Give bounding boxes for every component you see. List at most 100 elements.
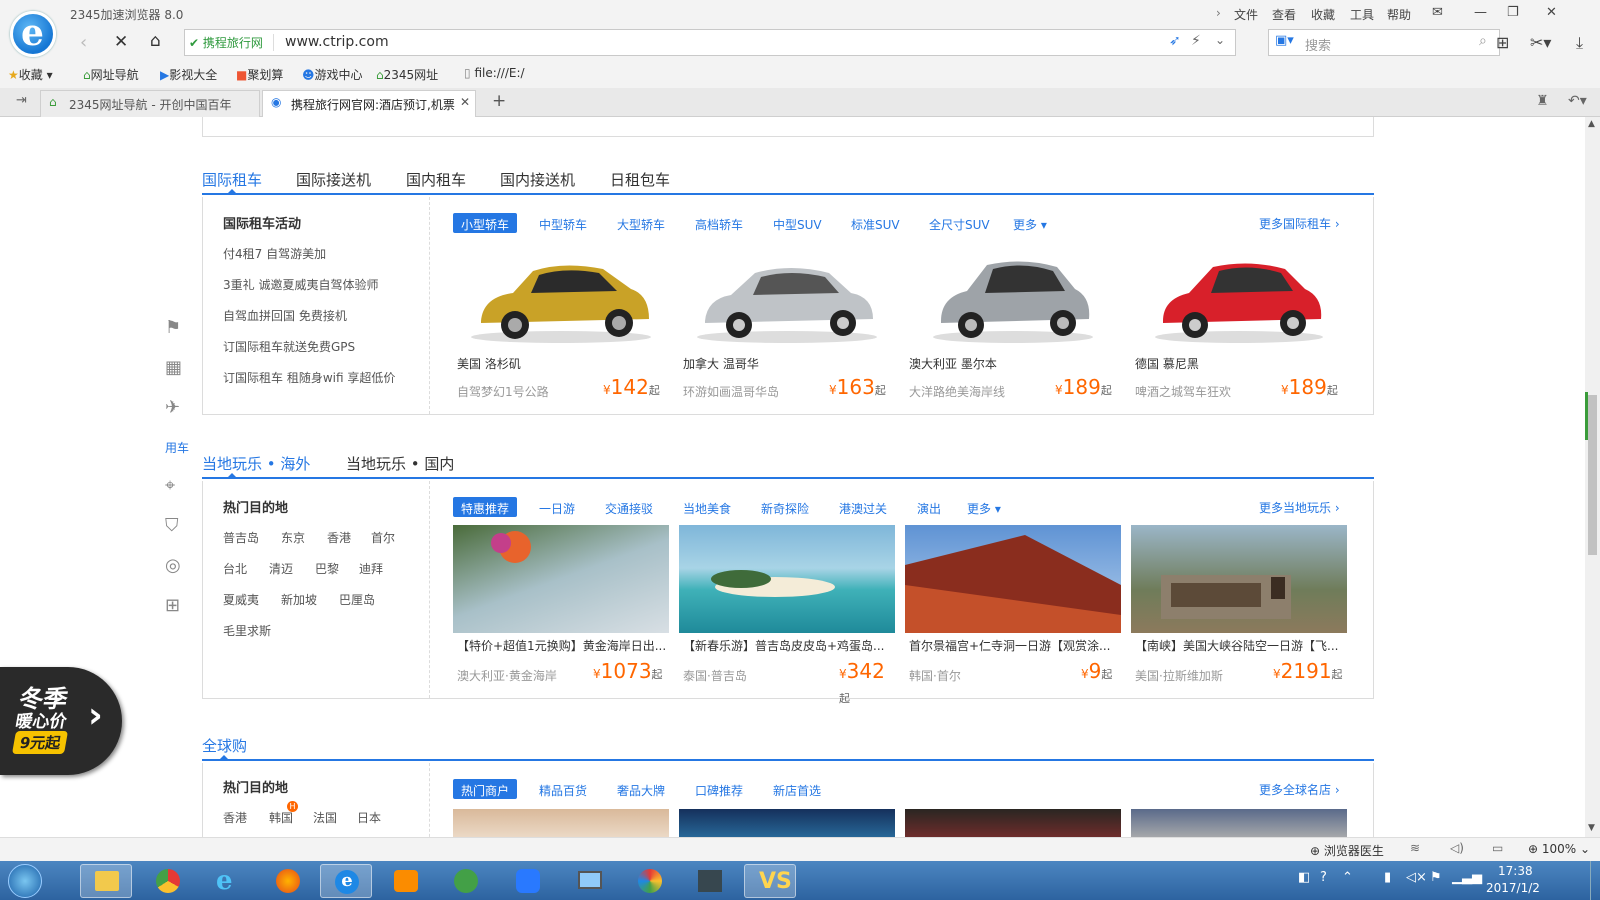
taskbar-2345-browser[interactable]: e bbox=[320, 864, 372, 898]
input-method-icon[interactable]: ◧ bbox=[1298, 870, 1310, 885]
fav-item-video[interactable]: ▶影视大全 bbox=[160, 66, 217, 83]
stop-button[interactable]: ✕ bbox=[114, 32, 128, 52]
wifi-icon[interactable]: ≋ bbox=[1410, 841, 1420, 855]
store-image[interactable] bbox=[1131, 809, 1347, 837]
speaker-icon[interactable]: ◁) bbox=[1450, 841, 1464, 855]
filter-std-suv[interactable]: 标准SUV bbox=[843, 213, 908, 233]
more-local-fun-link[interactable]: 更多当地玩乐 › bbox=[1259, 499, 1340, 516]
plane-icon[interactable]: ✈ bbox=[165, 397, 180, 418]
filter-deals[interactable]: 特惠推荐 bbox=[453, 497, 518, 517]
show-desktop-button[interactable] bbox=[1590, 861, 1600, 900]
menu-view[interactable]: 查看 bbox=[1272, 6, 1296, 23]
destination-link[interactable]: 东京 bbox=[281, 529, 305, 546]
screen-icon[interactable]: ▭ bbox=[1492, 841, 1503, 855]
taskbar-chrome[interactable] bbox=[142, 864, 194, 898]
destination-link[interactable]: 首尔 bbox=[371, 529, 395, 546]
clock-date[interactable]: 2017/1/2 bbox=[1486, 881, 1540, 895]
shopping-bag-icon[interactable]: ⛉ bbox=[165, 515, 179, 536]
tab-daily-charter[interactable]: 日租包车 bbox=[610, 169, 670, 190]
filter-hk-macau[interactable]: 港澳过关 bbox=[831, 497, 895, 517]
download-icon[interactable]: ⤓ bbox=[1576, 33, 1583, 53]
clock-time[interactable]: 17:38 bbox=[1498, 864, 1533, 878]
location-pin-icon[interactable]: ⌖ bbox=[165, 475, 175, 496]
undo-icon[interactable]: ↶▾ bbox=[1568, 93, 1587, 109]
battery-icon[interactable]: ▮ bbox=[1384, 870, 1391, 885]
hotel-icon[interactable]: ▦ bbox=[165, 357, 182, 378]
search-icon[interactable]: ⌕ bbox=[1479, 33, 1487, 49]
filter-more[interactable]: 更多 ▾ bbox=[1005, 213, 1055, 233]
tab-global-shopping[interactable]: 全球购 bbox=[202, 735, 247, 756]
destination-link[interactable]: 日本 bbox=[357, 809, 381, 826]
destination-link[interactable]: 巴厘岛 bbox=[339, 591, 375, 608]
destination-link[interactable]: 清迈 bbox=[269, 560, 293, 577]
back-button[interactable]: ‹ bbox=[80, 32, 87, 53]
destination-link[interactable]: 夏威夷 bbox=[223, 591, 259, 608]
fav-item-nav[interactable]: ⌂网址导航 bbox=[83, 66, 139, 83]
car-card[interactable]: 澳大利亚 墨尔本 大洋路绝美海岸线 ¥189起 bbox=[905, 249, 1121, 399]
fav-item-file[interactable]: ▯ file:///E:/ bbox=[464, 66, 525, 80]
rocket-icon[interactable]: ➶ bbox=[1169, 33, 1181, 49]
filter-hot-merchants[interactable]: 热门商户 bbox=[453, 779, 518, 799]
close-tab-icon[interactable]: ✕ bbox=[460, 95, 470, 109]
volume-muted-icon[interactable]: ◁× bbox=[1406, 870, 1427, 885]
fav-item-2345[interactable]: ⌂2345网址 bbox=[376, 66, 438, 83]
car-promo-item[interactable]: 3重礼 诚邀夏威夷自驾体验师 bbox=[223, 276, 378, 293]
screenshot-scissors-icon[interactable]: ✂▾ bbox=[1530, 33, 1551, 52]
browser-doctor[interactable]: ⊕ 浏览器医生 bbox=[1310, 842, 1384, 859]
taskbar-computer[interactable] bbox=[564, 864, 616, 898]
menu-help[interactable]: 帮助 bbox=[1387, 6, 1411, 23]
taskbar-vs[interactable]: VS bbox=[744, 864, 796, 898]
search-input[interactable]: 搜索 bbox=[1305, 35, 1331, 54]
car-promo-item[interactable]: 订国际租车就送免费GPS bbox=[223, 338, 355, 355]
url-text[interactable]: www.ctrip.com bbox=[285, 34, 389, 50]
destination-link[interactable]: 香港 bbox=[223, 809, 247, 826]
taskbar-movie-maker[interactable] bbox=[684, 864, 736, 898]
tab-2345[interactable]: ⌂ 2345网址导航 - 开创中国百年 bbox=[40, 90, 260, 117]
taskbar-paint[interactable] bbox=[624, 864, 676, 898]
tab-intl-transfer[interactable]: 国际接送机 bbox=[296, 169, 371, 190]
car-card[interactable]: 美国 洛杉矶 自驾梦幻1号公路 ¥142起 bbox=[453, 249, 669, 399]
menu-file[interactable]: 文件 bbox=[1234, 6, 1258, 23]
menu-tools[interactable]: 工具 bbox=[1350, 6, 1374, 23]
destination-link[interactable]: 香港 bbox=[327, 529, 351, 546]
menu-favorites[interactable]: 收藏 bbox=[1311, 6, 1335, 23]
baidu-icon[interactable]: ▣▾ bbox=[1275, 33, 1294, 48]
minimize-button[interactable]: — bbox=[1474, 5, 1487, 20]
zoom-level[interactable]: ⊕ 100% ⌄ bbox=[1528, 842, 1590, 856]
scroll-down-icon[interactable]: ▼ bbox=[1588, 823, 1595, 833]
fav-item-juhuasuan[interactable]: ■聚划算 bbox=[236, 66, 283, 83]
car-promo-item[interactable]: 订国际租车 租随身wifi 享超低价 bbox=[223, 369, 395, 386]
taskbar-media[interactable] bbox=[380, 864, 432, 898]
activity-card[interactable]: 【南峡】美国大峡谷陆空一日游【飞... 美国·拉斯维加斯 ¥2191起 bbox=[1131, 525, 1347, 691]
store-image[interactable] bbox=[453, 809, 669, 837]
winter-promo-badge[interactable]: 冬季 暖心价 9元起 › bbox=[0, 667, 122, 775]
store-image[interactable] bbox=[679, 809, 895, 837]
tools-icon[interactable]: ♜ bbox=[1536, 93, 1549, 109]
tab-intl-rental[interactable]: 国际租车 bbox=[202, 169, 262, 190]
flag-icon[interactable]: ⚑ bbox=[165, 317, 181, 338]
activity-card[interactable]: 【新春乐游】普吉岛皮皮岛+鸡蛋岛... 泰国·普吉岛 ¥342起 bbox=[679, 525, 895, 705]
flag-tray-icon[interactable]: ⚑ bbox=[1430, 870, 1442, 885]
tab-domestic-rental[interactable]: 国内租车 bbox=[406, 169, 466, 190]
new-tab-button[interactable]: + bbox=[492, 91, 506, 111]
filter-new-stores[interactable]: 新店首选 bbox=[765, 779, 829, 799]
destination-link[interactable]: 法国 bbox=[313, 809, 337, 826]
car-promo-item[interactable]: 付4租7 自驾游美加 bbox=[223, 245, 326, 262]
destination-link[interactable]: 普吉岛 bbox=[223, 529, 259, 546]
fav-collect[interactable]: ★收藏 ▾ bbox=[8, 66, 53, 83]
activity-card[interactable]: 【特价+超值1元换购】黄金海岸日出... 澳大利亚·黄金海岸 ¥1073起 bbox=[453, 525, 669, 691]
car-promo-item[interactable]: 自驾血拼回国 免费接机 bbox=[223, 307, 347, 324]
filter-food[interactable]: 当地美食 bbox=[675, 497, 739, 517]
car-card[interactable]: 加拿大 温哥华 环游如画温哥华岛 ¥163起 bbox=[679, 249, 895, 399]
sidebar-toggle-icon[interactable]: ⇥ bbox=[16, 93, 27, 108]
filter-compact[interactable]: 小型轿车 bbox=[453, 213, 518, 233]
filter-day-tour[interactable]: 一日游 bbox=[531, 497, 583, 517]
network-icon[interactable]: ▁▃▅ bbox=[1452, 870, 1482, 885]
fav-item-games[interactable]: ☻游戏中心 bbox=[302, 66, 363, 83]
address-bar[interactable]: ✔ 携程旅行网 www.ctrip.com ➶ ⚡ ⌄ bbox=[184, 29, 1236, 56]
map-pin-icon[interactable]: ◎ bbox=[165, 555, 181, 576]
filter-luxury-brands[interactable]: 奢品大牌 bbox=[609, 779, 673, 799]
chevron-right-icon[interactable]: › bbox=[1216, 6, 1221, 20]
more-intl-rental-link[interactable]: 更多国际租车 › bbox=[1259, 215, 1340, 232]
taskbar-2345-explorer[interactable] bbox=[440, 864, 492, 898]
